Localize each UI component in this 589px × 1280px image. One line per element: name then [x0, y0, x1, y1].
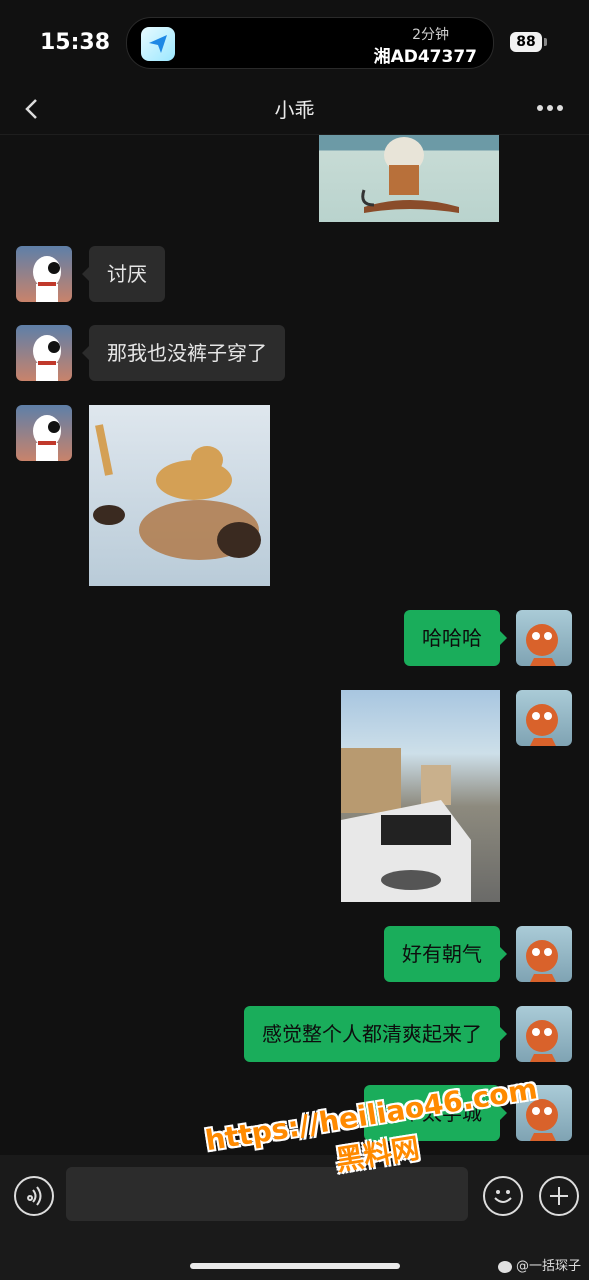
sent-street-car-photo[interactable]	[341, 690, 500, 902]
chat-title: 小乖	[274, 98, 315, 122]
contact-avatar[interactable]	[16, 325, 72, 381]
my-avatar[interactable]	[516, 1006, 572, 1062]
received-message-2[interactable]: 那我也没裤子穿了	[82, 325, 285, 381]
my-avatar[interactable]	[516, 610, 572, 666]
contact-avatar[interactable]	[16, 405, 72, 461]
my-avatar[interactable]	[516, 926, 572, 982]
received-message-1[interactable]: 讨厌	[82, 246, 165, 302]
battery-indicator: 88	[510, 32, 542, 52]
contact-avatar[interactable]	[16, 246, 72, 302]
status-time: 15:38	[40, 30, 111, 55]
voice-icon[interactable]	[14, 1176, 54, 1216]
my-avatar[interactable]	[516, 690, 572, 746]
emoji-icon[interactable]	[483, 1176, 523, 1216]
island-plate: 湘AD47377	[373, 47, 477, 67]
weibo-credit: @一括琛子	[497, 1255, 581, 1274]
message-list[interactable]: 讨厌 那我也没裤子穿了 哈哈哈 好有朝气 感觉整个人都清爽起来了 这个太学城	[0, 135, 589, 1155]
plus-icon[interactable]	[539, 1176, 579, 1216]
sent-message-2[interactable]: 好有朝气	[384, 926, 507, 982]
dynamic-island[interactable]: 2分钟 湘AD47377	[126, 17, 494, 69]
credit-text: @一括琛子	[515, 1259, 581, 1274]
sent-message-1[interactable]: 哈哈哈	[404, 610, 507, 666]
received-pool-dog-photo[interactable]	[89, 405, 270, 586]
island-duration: 2分钟	[412, 27, 449, 43]
sent-message-3[interactable]: 感觉整个人都清爽起来了	[244, 1006, 507, 1062]
sent-cartoon-image[interactable]	[319, 135, 499, 222]
weibo-icon	[497, 1260, 512, 1273]
more-dots-icon[interactable]	[535, 96, 565, 120]
home-indicator[interactable]	[190, 1263, 400, 1269]
status-bar: 15:38 2分钟 湘AD47377 88	[0, 0, 589, 86]
navigation-app-icon	[141, 27, 175, 61]
chat-header: 小乖	[0, 86, 589, 135]
battery-tip	[544, 38, 547, 46]
